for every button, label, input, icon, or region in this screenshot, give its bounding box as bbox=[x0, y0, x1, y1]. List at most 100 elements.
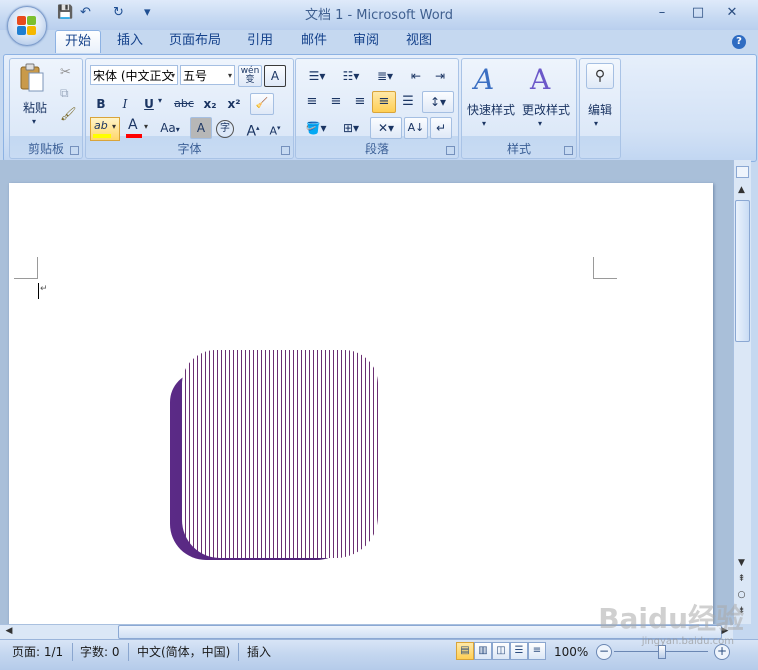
distributed-icon[interactable]: ☰ bbox=[396, 91, 420, 113]
ribbon: 粘贴 ▾ ✂ ⧉ 🖌 剪贴板 宋体 (中文正文 ▾ 五号 ▾ wén 变 A B I… bbox=[3, 54, 757, 162]
grow-font-button[interactable]: A▴ bbox=[242, 117, 264, 140]
previous-page-icon[interactable]: ⇞ bbox=[735, 574, 748, 584]
change-styles-icon: A bbox=[530, 63, 551, 96]
cut-icon[interactable]: ✂ bbox=[60, 65, 76, 81]
tab-insert[interactable]: 插入 bbox=[108, 30, 152, 52]
font-color-button[interactable]: A ▾ bbox=[124, 117, 150, 139]
copy-icon[interactable]: ⧉ bbox=[60, 86, 76, 102]
zoom-slider-thumb[interactable] bbox=[658, 645, 666, 659]
watermark-logo: Baidu经验 bbox=[598, 602, 744, 635]
status-separator bbox=[72, 643, 73, 661]
paragraph-launcher-icon[interactable] bbox=[446, 146, 455, 155]
sort-icon[interactable]: A↓ bbox=[404, 117, 428, 139]
paste-dropdown-icon[interactable]: ▾ bbox=[24, 117, 44, 126]
maximize-button[interactable]: □ bbox=[688, 5, 708, 21]
justify-icon[interactable]: ≡ bbox=[372, 91, 396, 113]
paste-icon bbox=[16, 63, 48, 93]
chevron-down-icon: ▾ bbox=[112, 122, 117, 131]
tab-review[interactable]: 审阅 bbox=[344, 30, 388, 52]
strikethrough-button[interactable]: abc bbox=[170, 93, 198, 115]
underline-button[interactable]: U bbox=[138, 93, 160, 115]
minimize-button[interactable]: – bbox=[652, 5, 672, 21]
align-left-icon[interactable]: ≡ bbox=[300, 91, 324, 113]
highlight-button[interactable]: ab ▾ bbox=[90, 117, 120, 141]
crop-mark-right bbox=[593, 257, 617, 279]
chinese-layout-icon[interactable]: ✕▾ bbox=[370, 117, 402, 139]
subscript-button[interactable]: x₂ bbox=[198, 93, 222, 115]
line-spacing-icon[interactable]: ↕▾ bbox=[422, 91, 454, 113]
font-name-value: 宋体 (中文正文 bbox=[93, 69, 174, 83]
scroll-down-icon[interactable]: ▼ bbox=[735, 558, 748, 568]
status-word-count[interactable]: 字数: 0 bbox=[80, 643, 120, 661]
editing-button[interactable]: 编辑 bbox=[580, 101, 620, 118]
font-size-value: 五号 bbox=[183, 69, 208, 83]
font-name-combo[interactable]: 宋体 (中文正文 ▾ bbox=[90, 65, 178, 85]
vertical-scroll-thumb[interactable] bbox=[735, 200, 750, 342]
show-marks-icon[interactable]: ↵ bbox=[430, 117, 452, 139]
chevron-down-icon: ▾ bbox=[594, 119, 599, 128]
scroll-left-icon[interactable]: ◀ bbox=[4, 626, 14, 636]
outline-view-icon[interactable]: ☰ bbox=[510, 642, 528, 660]
char-border-icon: A bbox=[270, 69, 280, 83]
paragraph-mark-icon: ↵ bbox=[40, 284, 48, 294]
bold-button[interactable]: B bbox=[90, 93, 112, 115]
align-center-icon[interactable]: ≡ bbox=[324, 91, 348, 113]
shading-icon[interactable]: 🪣▾ bbox=[300, 117, 332, 139]
tab-mailings[interactable]: 邮件 bbox=[292, 30, 336, 52]
clear-format-icon: 🧹 bbox=[255, 98, 269, 109]
bullets-icon[interactable]: ☰▾ bbox=[300, 65, 334, 87]
rounded-rectangle-shape[interactable] bbox=[182, 350, 378, 558]
print-layout-view-icon[interactable]: ▤ bbox=[456, 642, 474, 660]
status-page[interactable]: 页面: 1/1 bbox=[12, 643, 63, 661]
tab-references[interactable]: 引用 bbox=[238, 30, 282, 52]
tab-home[interactable]: 开始 bbox=[55, 30, 101, 53]
align-right-icon[interactable]: ≡ bbox=[348, 91, 372, 113]
office-button[interactable] bbox=[7, 6, 47, 46]
change-case-button[interactable]: Aa▾ bbox=[154, 117, 186, 139]
char-shading-button[interactable]: A bbox=[190, 117, 212, 139]
status-insert-mode[interactable]: 插入 bbox=[247, 643, 271, 661]
zoom-level[interactable]: 100% bbox=[554, 643, 588, 661]
close-button[interactable]: ✕ bbox=[722, 5, 742, 21]
help-icon[interactable]: ? bbox=[732, 35, 746, 49]
shrink-font-label: A bbox=[269, 124, 277, 138]
format-painter-icon[interactable]: 🖌 bbox=[60, 107, 77, 123]
shrink-font-button[interactable]: A▾ bbox=[264, 117, 286, 139]
status-separator bbox=[238, 643, 239, 661]
font-size-combo[interactable]: 五号 ▾ bbox=[180, 65, 235, 85]
styles-launcher-icon[interactable] bbox=[564, 146, 573, 155]
phonetic-guide-button[interactable]: wén 变 bbox=[238, 65, 262, 87]
web-layout-icon[interactable]: ◫ bbox=[492, 642, 510, 660]
decrease-indent-icon[interactable]: ⇤ bbox=[404, 65, 428, 87]
numbering-icon[interactable]: ☷▾ bbox=[334, 65, 368, 87]
status-language[interactable]: 中文(简体，中国) bbox=[137, 643, 230, 661]
clipboard-launcher-icon[interactable] bbox=[70, 146, 79, 155]
paragraph-group: ☰▾ ☷▾ ≣▾ ⇤ ⇥ ≡ ≡ ≡ ≡ ☰ ↕▾ 🪣▾ ⊞▾ ✕▾ A↓ ↵ … bbox=[295, 58, 459, 159]
ruler-toggle-icon[interactable] bbox=[736, 166, 749, 178]
italic-button[interactable]: I bbox=[114, 93, 136, 115]
scroll-up-icon[interactable]: ▲ bbox=[735, 185, 748, 195]
clear-format-button[interactable]: 🧹 bbox=[250, 93, 274, 115]
zoom-out-icon[interactable]: − bbox=[596, 644, 612, 660]
paste-button[interactable]: 粘贴 bbox=[12, 97, 58, 119]
highlight-color-bar bbox=[93, 134, 111, 138]
tab-view[interactable]: 视图 bbox=[397, 30, 441, 52]
char-border-button[interactable]: A bbox=[264, 65, 286, 87]
tab-page-layout[interactable]: 页面布局 bbox=[164, 30, 226, 52]
increase-indent-icon[interactable]: ⇥ bbox=[428, 65, 452, 87]
change-styles-button[interactable]: 更改样式 bbox=[518, 101, 574, 118]
underline-dropdown-icon[interactable]: ▾ bbox=[158, 96, 162, 105]
borders-icon[interactable]: ⊞▾ bbox=[334, 117, 368, 139]
draft-view-icon[interactable]: ≡ bbox=[528, 642, 546, 660]
status-separator bbox=[128, 643, 129, 661]
font-launcher-icon[interactable] bbox=[281, 146, 290, 155]
enclose-char-button[interactable]: 字 bbox=[216, 120, 234, 138]
text-cursor bbox=[38, 283, 39, 299]
grow-font-label: A bbox=[246, 123, 257, 140]
multilevel-list-icon[interactable]: ≣▾ bbox=[368, 65, 402, 87]
superscript-button[interactable]: x² bbox=[222, 93, 246, 115]
full-screen-reading-icon[interactable]: ▥ bbox=[474, 642, 492, 660]
quick-styles-button[interactable]: 快速样式 bbox=[464, 101, 518, 118]
font-group-label: 字体 bbox=[177, 142, 202, 156]
styles-group-label: 样式 bbox=[506, 142, 531, 156]
